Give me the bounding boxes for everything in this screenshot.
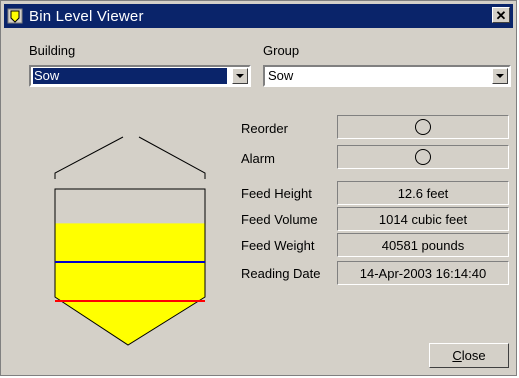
reading-date-value: 14-Apr-2003 16:14:40: [337, 261, 509, 285]
feed-weight-value: 40581 pounds: [337, 233, 509, 257]
bin-feed-fill: [55, 223, 205, 345]
alarm-indicator-box: [337, 145, 509, 169]
feed-height-label: Feed Height: [241, 186, 312, 201]
reorder-indicator-box: [337, 115, 509, 139]
bin-level-graphic: [54, 136, 206, 346]
feed-volume-label: Feed Volume: [241, 212, 318, 227]
group-select[interactable]: Sow: [263, 65, 511, 87]
reading-date-label: Reading Date: [241, 266, 321, 281]
building-select[interactable]: Sow: [29, 65, 251, 87]
chevron-down-icon[interactable]: [232, 68, 248, 84]
alarm-indicator-icon: [415, 149, 431, 165]
feed-weight-label: Feed Weight: [241, 238, 315, 253]
bin-level-viewer-window: Bin Level Viewer ✕ Building Sow Group So…: [0, 0, 517, 376]
building-select-value: Sow: [33, 68, 227, 84]
building-label: Building: [29, 43, 76, 58]
close-button-accelerator: C: [452, 348, 462, 363]
alarm-label: Alarm: [241, 151, 275, 166]
chevron-down-icon[interactable]: [492, 68, 508, 84]
bin-roof-left: [54, 136, 124, 179]
bin-app-icon: [7, 8, 23, 24]
feed-volume-value: 1014 cubic feet: [337, 207, 509, 231]
group-select-value: Sow: [268, 68, 294, 83]
title-bar[interactable]: Bin Level Viewer ✕: [4, 4, 513, 28]
close-icon[interactable]: ✕: [492, 7, 510, 23]
reorder-indicator-icon: [415, 119, 431, 135]
group-label: Group: [263, 43, 300, 58]
close-button[interactable]: Close: [429, 343, 509, 368]
reorder-label: Reorder: [241, 121, 288, 136]
feed-height-value: 12.6 feet: [337, 181, 509, 205]
bin-roof-right: [138, 136, 206, 179]
close-button-label: lose: [461, 348, 486, 363]
window-title: Bin Level Viewer: [29, 7, 144, 25]
